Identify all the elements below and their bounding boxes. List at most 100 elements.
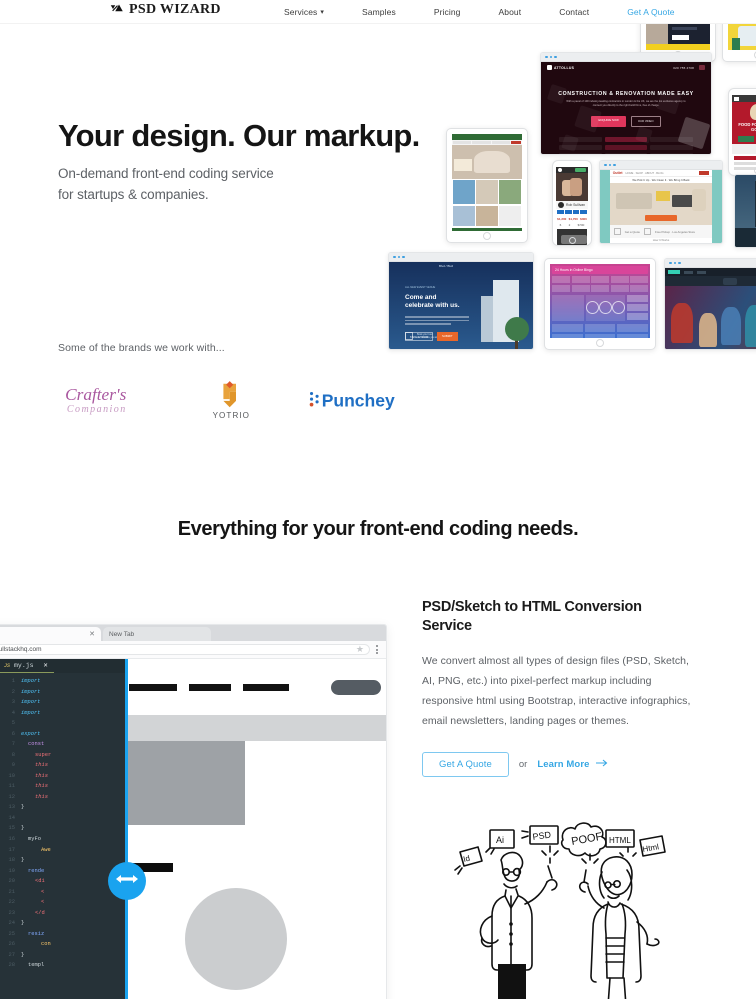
svg-text:Id: Id	[462, 854, 471, 864]
editor-line-number: 16	[8, 835, 15, 842]
editor-line-number: 15	[8, 825, 15, 832]
attollus-secondary-button[interactable]: OUR VIDEO	[630, 115, 661, 127]
editor-tab-bar: JS my.js ✕	[0, 659, 125, 673]
nav-item-get-a-quote[interactable]: Get A Quote	[608, 7, 693, 17]
bookmark-star-icon[interactable]: ★	[356, 644, 364, 655]
compare-split-line	[125, 659, 128, 1000]
editor-line-number: 21	[8, 888, 15, 895]
editor-line-number: 12	[8, 793, 15, 800]
feature-heading: PSD/Sketch to HTML Conversion Service	[422, 599, 642, 634]
editor-line-number: 13	[8, 804, 15, 811]
feature-body: We convert almost all types of design fi…	[422, 654, 691, 728]
browser-menu-icon[interactable]	[376, 645, 378, 654]
browser-url-bar: http://www.fullstackhq.com ★	[0, 641, 386, 659]
svg-text:PSD: PSD	[532, 829, 552, 842]
collage-shot-furniture: Outlet HOME · SHOP · ABOUT · BLOG We Pic…	[599, 160, 723, 244]
svg-text:HTML: HTML	[609, 836, 631, 845]
editor-code-line	[21, 718, 125, 729]
collage-device-tablet-garden	[446, 128, 528, 243]
editor-line-number: 10	[8, 772, 15, 779]
tablet-home-button-icon	[596, 339, 604, 347]
feature-block: PSD/Sketch to HTML Conversion Service We…	[422, 598, 692, 778]
get-a-quote-button[interactable]: Get A Quote	[422, 752, 509, 778]
editor-line-number: 18	[8, 857, 15, 864]
svg-text:POOF: POOF	[570, 831, 603, 848]
or-separator: or	[518, 759, 528, 771]
svg-text:Html: Html	[642, 842, 660, 854]
close-icon[interactable]: ✕	[89, 630, 95, 638]
wireframe-nav-item	[129, 683, 177, 691]
wireframe-strip	[125, 715, 386, 741]
editor-code-line: }	[21, 804, 25, 811]
url-input[interactable]: http://www.fullstackhq.com ★	[0, 644, 370, 655]
nav-item-pricing[interactable]: Pricing	[415, 7, 480, 17]
editor-line-number: 7	[11, 741, 15, 748]
collage-device-tablet-bingo: 24 Hours in Online Bingo	[544, 258, 656, 350]
attollus-phone: 020 755 4708	[673, 65, 694, 70]
svg-text:Ai: Ai	[496, 835, 504, 845]
editor-file-tab[interactable]: JS my.js ✕	[0, 659, 54, 673]
collage-shot-celebrate: Blvd / Blvd ALL NEW EVENT VENUE Come and…	[388, 252, 534, 350]
editor-line-number: 27	[8, 951, 15, 958]
browser-tab-new[interactable]: New Tab	[103, 627, 211, 641]
brands-label: Some of the brands we work with...	[58, 342, 225, 354]
editor-code-line: const	[28, 741, 45, 748]
psd-to-html-magic-illustration: Id Ai PSD POOF HTML Html	[432, 812, 682, 1000]
svg-text:Companion: Companion	[67, 404, 127, 415]
feature-cta-row: Get A Quote or Learn More	[422, 752, 692, 778]
wireframe-hero-block	[125, 741, 245, 825]
brand-logo[interactable]: PSD WIZARD	[110, 2, 221, 18]
celebrate-submit-button[interactable]: SUBMIT	[437, 332, 458, 341]
browser-bar	[541, 53, 711, 62]
editor-code-line: resiz	[28, 930, 45, 937]
celebrate-headline-1: Come and	[405, 294, 437, 301]
editor-line-numbers: 1 2 3 4 5 6 7 8 9 10 11 12 13 14 15 16 17 18 19 20 21 22 23 24 2…	[0, 673, 15, 1000]
nav-links: Services ▾ Samples Pricing About Contact …	[265, 0, 694, 24]
brand-name: PSD WIZARD	[129, 2, 221, 17]
code-editor-panel: JS my.js ✕ ...RS ...nt.js src/layout...M…	[0, 659, 125, 1000]
editor-code-line: con	[41, 941, 51, 948]
svg-text:Punchey: Punchey	[322, 390, 395, 410]
editor-code-line: this	[35, 772, 48, 779]
chevron-down-icon: ▾	[320, 9, 325, 16]
editor-line-number: 3	[11, 699, 15, 706]
editor-line-number: 23	[8, 909, 15, 916]
editor-code-line: }	[21, 920, 25, 927]
editor-code-line: </d	[35, 909, 45, 916]
learn-more-link[interactable]: Learn More	[537, 759, 608, 770]
section-title: Everything for your front-end coding nee…	[177, 518, 579, 540]
editor-code-line: this	[35, 762, 48, 769]
editor-code-line: }	[21, 857, 25, 864]
editor-code-line: import	[21, 678, 41, 684]
hero-screenshot-collage: ATTOLLUS 020 755 4708 CONSTRUCTION & REN…	[388, 0, 756, 385]
close-icon[interactable]: ✕	[44, 661, 48, 670]
browser-tab-active[interactable]: ...stack HQ ✕	[0, 627, 101, 641]
nav-item-about[interactable]: About	[480, 7, 541, 17]
attollus-paragraph: With a panel of 100 industry-leading con…	[566, 100, 686, 107]
wireframe-panel	[125, 659, 386, 1000]
attollus-headline: CONSTRUCTION & RENOVATION MADE EASY	[558, 91, 694, 97]
collage-shot-game	[664, 258, 756, 350]
editor-line-number: 6	[11, 730, 15, 737]
collage-shot-skyline	[734, 174, 756, 248]
nav-item-services[interactable]: Services ▾	[265, 7, 343, 17]
editor-code-line: import	[21, 688, 41, 695]
editor-code-line: }	[21, 951, 25, 958]
food-banner-text: FOOD FOR EVERY GOAL	[738, 122, 756, 133]
collage-shot-attollus: ATTOLLUS 020 755 4708 CONSTRUCTION & REN…	[540, 52, 712, 155]
hero-section: Your design. Our markup. On-demand front…	[0, 0, 756, 464]
editor-code-line: super	[35, 751, 52, 758]
nav-item-samples[interactable]: Samples	[343, 7, 415, 17]
browser-mockup: ...stack HQ ✕ New Tab http://www.fullsta…	[0, 624, 387, 1000]
editor-line-number: 22	[8, 899, 15, 906]
editor-line-number: 24	[8, 920, 15, 927]
editor-code-line: <	[41, 899, 45, 906]
collage-phone-food: FOOD FOR EVERY GOAL	[728, 88, 756, 176]
editor-code-line: Awe	[41, 846, 51, 853]
editor-line-number: 5	[11, 720, 15, 727]
url-text: http://www.fullstackhq.com	[0, 646, 42, 653]
bingo-banner-text: 24 Hours in Online Bingo	[552, 266, 648, 274]
compare-slider-handle[interactable]	[108, 862, 146, 900]
nav-item-contact[interactable]: Contact	[540, 7, 608, 17]
arrow-right-icon	[595, 759, 609, 770]
